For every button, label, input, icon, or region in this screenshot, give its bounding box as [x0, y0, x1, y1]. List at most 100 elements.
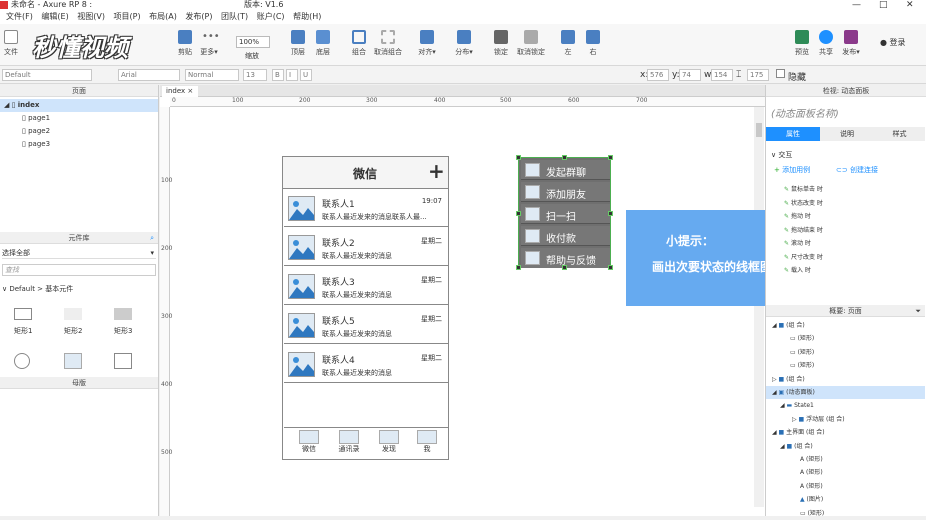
- page-page3[interactable]: ▯ page3: [0, 138, 158, 151]
- library-group[interactable]: ∨ Default > 基本元件: [2, 284, 73, 294]
- send-to-bottom-button[interactable]: 底层: [308, 30, 338, 57]
- tab-index[interactable]: index ×: [162, 86, 198, 97]
- event-item[interactable]: ✎ 尺寸改变 时: [784, 251, 823, 265]
- tab-me[interactable]: 我: [412, 430, 442, 454]
- rectangle3-widget[interactable]: [114, 308, 132, 320]
- outline-item[interactable]: ▭ (矩形): [766, 507, 925, 520]
- bold-button[interactable]: B: [272, 69, 284, 81]
- unlock-button[interactable]: 取消锁定: [514, 30, 548, 57]
- menu-view[interactable]: 视图(V): [77, 12, 105, 21]
- resize-handle[interactable]: [516, 265, 521, 270]
- interaction-section[interactable]: ∨ 交互: [771, 150, 792, 160]
- resize-handle[interactable]: [516, 211, 521, 216]
- italic-button[interactable]: I: [286, 69, 298, 81]
- menu-publish[interactable]: 发布(P): [185, 12, 212, 21]
- outline-item[interactable]: A (矩形): [766, 466, 925, 479]
- create-link[interactable]: ⊂⊃ 创建连接: [836, 165, 878, 175]
- resize-handle[interactable]: [608, 155, 613, 160]
- menu-layout[interactable]: 布局(A): [149, 12, 177, 21]
- outline-item[interactable]: ▷ ■ 浮动层 (组 合): [766, 413, 925, 426]
- event-item[interactable]: ✎ 拖动 时: [784, 210, 823, 224]
- ellipse-widget[interactable]: [14, 353, 30, 369]
- event-item[interactable]: ✎ 拖动结束 时: [784, 224, 823, 238]
- outline-item[interactable]: ◢ ■ (组 合): [766, 319, 925, 332]
- menu-help[interactable]: 帮助(H): [293, 12, 321, 21]
- event-item[interactable]: ✎ 鼠标单击 时: [784, 183, 823, 197]
- panel-name-field[interactable]: (动态面板名称): [771, 105, 839, 120]
- align-button[interactable]: 对齐▾: [412, 30, 442, 57]
- more-button[interactable]: ••• 更多▾: [194, 30, 224, 57]
- tab-contacts[interactable]: 通讯录: [334, 430, 364, 454]
- right-button[interactable]: 右: [578, 30, 608, 57]
- outline-item[interactable]: ▭ (矩形): [766, 346, 925, 359]
- scroll-thumb[interactable]: [756, 123, 762, 137]
- placeholder-widget[interactable]: [114, 353, 132, 369]
- tab-wechat[interactable]: 微信: [294, 430, 324, 454]
- page-page2[interactable]: ▯ page2: [0, 125, 158, 138]
- tab-discover[interactable]: 发现: [374, 430, 404, 454]
- y-field[interactable]: 74: [679, 69, 701, 81]
- font-select[interactable]: Arial: [118, 69, 180, 81]
- zoom-select[interactable]: 100%: [236, 36, 270, 48]
- outline-item-selected[interactable]: ◢ ▣ (动态面板): [766, 386, 925, 400]
- tab-close-icon[interactable]: ×: [187, 87, 193, 95]
- popup-item[interactable]: 收付款: [521, 226, 610, 246]
- popup-item[interactable]: 扫一扫: [521, 204, 610, 224]
- rectangle1-widget[interactable]: [14, 308, 32, 320]
- library-select[interactable]: 选择全部 ▾: [2, 247, 156, 259]
- style-select[interactable]: Default: [2, 69, 92, 81]
- resize-handle[interactable]: [562, 265, 567, 270]
- maximize-icon[interactable]: □: [879, 0, 888, 10]
- font-size-select[interactable]: 13: [243, 69, 267, 81]
- menu-account[interactable]: 账户(C): [257, 12, 285, 21]
- close-icon[interactable]: ✕: [906, 0, 914, 10]
- outline-item[interactable]: ▷ ■ (组 合): [766, 373, 925, 386]
- contact-row[interactable]: 联系人2 联系人最近发来的消息 星期二: [284, 229, 448, 266]
- rectangle2-widget[interactable]: [64, 308, 82, 320]
- menu-team[interactable]: 团队(T): [221, 12, 248, 21]
- font-weight-select[interactable]: Normal: [185, 69, 239, 81]
- resize-handle[interactable]: [516, 155, 521, 160]
- popup-dynamic-panel[interactable]: 发起群聊 添加朋友 扫一扫 收付款 帮助与反馈: [516, 155, 613, 270]
- popup-item[interactable]: 添加朋友: [521, 182, 610, 202]
- event-item[interactable]: ✎ 滚动 时: [784, 237, 823, 251]
- hidden-checkbox[interactable]: [776, 69, 785, 78]
- lock-button[interactable]: 锁定: [486, 30, 516, 57]
- distribute-button[interactable]: 分布▾: [449, 30, 479, 57]
- tab-notes[interactable]: 说明: [820, 127, 874, 141]
- event-item[interactable]: ✎ 状态改变 时: [784, 197, 823, 211]
- menu-file[interactable]: 文件(F): [6, 12, 33, 21]
- resize-handle[interactable]: [608, 211, 613, 216]
- event-item[interactable]: ✎ 载入 时: [784, 264, 823, 278]
- resize-handle[interactable]: [608, 265, 613, 270]
- add-case-link[interactable]: + 添加用例: [774, 165, 810, 175]
- group-button[interactable]: 组合: [344, 30, 374, 57]
- ungroup-button[interactable]: 取消组合: [372, 30, 404, 57]
- search-icon[interactable]: ⌕: [150, 232, 154, 244]
- contact-row[interactable]: 联系人4 联系人最近发来的消息 星期二: [284, 346, 448, 383]
- tab-properties[interactable]: 属性: [766, 127, 820, 141]
- outline-item[interactable]: A (矩形): [766, 480, 925, 493]
- contact-row[interactable]: 联系人5 联系人最近发来的消息 星期二: [284, 307, 448, 344]
- outline-item[interactable]: ▲ (图片): [766, 493, 925, 506]
- login-button[interactable]: ● 登录: [880, 37, 906, 48]
- h-field[interactable]: 175: [747, 69, 769, 81]
- page-page1[interactable]: ▯ page1: [0, 112, 158, 125]
- publish-button[interactable]: 发布▾: [836, 30, 866, 57]
- outline-item[interactable]: ◢ ▬ State1: [766, 399, 925, 412]
- resize-handle[interactable]: [562, 155, 567, 160]
- contact-row[interactable]: 联系人1 联系人最近发来的消息联系人最... 19:07: [284, 190, 448, 227]
- tab-style[interactable]: 样式: [874, 127, 925, 141]
- plus-icon[interactable]: +: [428, 159, 445, 183]
- outline-item[interactable]: ◢ ■ 主界面 (组 合): [766, 426, 925, 439]
- contact-row[interactable]: 联系人3 联系人最近发来的消息 星期二: [284, 268, 448, 305]
- menu-edit[interactable]: 编辑(E): [41, 12, 68, 21]
- outline-item[interactable]: ◢ ■ (组 合): [766, 440, 925, 453]
- outline-item[interactable]: ▭ (矩形): [766, 332, 925, 345]
- popup-item[interactable]: 发起群聊: [521, 160, 610, 180]
- underline-button[interactable]: U: [300, 69, 312, 81]
- outline-item[interactable]: A (矩形): [766, 453, 925, 466]
- image-widget[interactable]: [64, 353, 82, 369]
- file-button[interactable]: 文件: [0, 30, 26, 57]
- vertical-scrollbar[interactable]: [754, 107, 764, 507]
